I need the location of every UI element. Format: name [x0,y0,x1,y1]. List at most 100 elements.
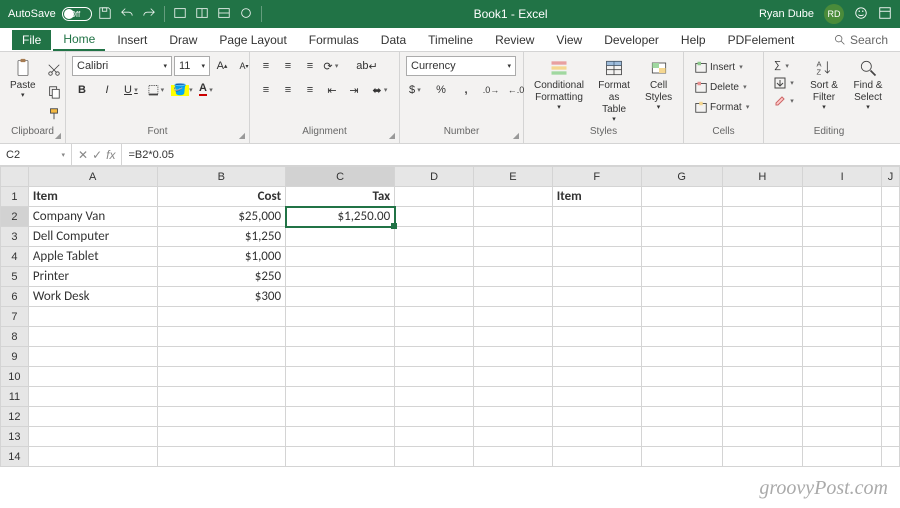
cell[interactable] [286,407,395,427]
cell[interactable]: $300 [157,287,286,307]
cell[interactable] [286,247,395,267]
percent-button[interactable]: % [431,80,451,100]
cell[interactable]: $25,000 [157,207,286,227]
align-bottom-button[interactable]: ≡ [300,56,320,76]
cell[interactable]: Cost [157,187,286,207]
cut-button[interactable] [44,60,64,80]
fill-color-button[interactable]: 🪣▾ [172,80,192,100]
cell[interactable] [473,407,552,427]
border-button[interactable]: ▾ [147,80,167,100]
currency-button[interactable]: $▾ [406,80,426,100]
cell[interactable] [473,187,552,207]
cell[interactable] [473,367,552,387]
cell[interactable] [473,267,552,287]
cell[interactable] [641,247,722,267]
cell[interactable] [722,187,803,207]
row-header[interactable]: 14 [1,447,29,467]
cell[interactable] [641,307,722,327]
cell[interactable] [395,247,474,267]
cell[interactable] [881,227,899,247]
column-header[interactable]: F [552,167,641,187]
qat-icon[interactable] [173,6,187,23]
dialog-launcher-icon[interactable]: ◢ [513,131,519,140]
cell[interactable] [722,387,803,407]
cell[interactable] [641,267,722,287]
cell[interactable] [157,387,286,407]
cell[interactable] [803,427,882,447]
row-header[interactable]: 4 [1,247,29,267]
cell[interactable] [881,307,899,327]
row-header[interactable]: 10 [1,367,29,387]
number-format-selector[interactable]: Currency▾ [406,56,516,76]
cell[interactable] [722,327,803,347]
cell[interactable]: Dell Computer [28,227,157,247]
cell[interactable] [395,267,474,287]
font-size-selector[interactable]: 11▾ [174,56,210,76]
cell[interactable] [722,267,803,287]
cell[interactable] [28,307,157,327]
cell[interactable] [881,287,899,307]
clear-button[interactable]: ▾ [770,93,800,109]
bold-button[interactable]: B [72,80,92,100]
tab-pdfelement[interactable]: PDFelement [718,30,805,50]
cell[interactable] [722,287,803,307]
cell[interactable] [552,267,641,287]
cell[interactable] [881,347,899,367]
qat-icon[interactable] [217,6,231,23]
redo-icon[interactable] [142,6,156,23]
row-header[interactable]: 3 [1,227,29,247]
cell[interactable] [157,307,286,327]
cell[interactable] [395,207,474,227]
cell[interactable] [473,327,552,347]
cell[interactable] [395,227,474,247]
cell[interactable] [157,327,286,347]
cell[interactable] [641,407,722,427]
cell[interactable] [641,187,722,207]
cell[interactable] [881,207,899,227]
cell[interactable] [286,267,395,287]
cell[interactable] [722,207,803,227]
qat-icon[interactable] [195,6,209,23]
cell[interactable] [395,287,474,307]
cell[interactable] [286,387,395,407]
cell[interactable] [473,447,552,467]
cell[interactable] [803,387,882,407]
cell[interactable]: $1,250.00 [286,207,395,227]
font-color-button[interactable]: A▾ [197,80,217,100]
cell[interactable] [881,267,899,287]
cell[interactable] [395,387,474,407]
autosave-toggle[interactable]: AutoSave Off [8,7,88,21]
select-all-corner[interactable] [1,167,29,187]
cell[interactable] [803,367,882,387]
row-header[interactable]: 5 [1,267,29,287]
cell[interactable]: Work Desk [28,287,157,307]
conditional-formatting-button[interactable]: Conditional Formatting▾ [530,56,588,114]
cell[interactable] [552,387,641,407]
cell-styles-button[interactable]: Cell Styles▾ [640,56,677,114]
tab-draw[interactable]: Draw [159,30,207,50]
cell[interactable] [473,207,552,227]
save-icon[interactable] [98,6,112,23]
dialog-launcher-icon[interactable]: ◢ [55,131,61,140]
row-header[interactable]: 2 [1,207,29,227]
cell[interactable] [157,407,286,427]
worksheet-grid[interactable]: ABCDEFGHIJ1ItemCostTaxItem2Company Van$2… [0,166,900,467]
user-name[interactable]: Ryan Dube [759,8,814,20]
enter-icon[interactable]: ✓ [92,148,102,162]
cell[interactable] [286,447,395,467]
cell[interactable] [803,447,882,467]
cell[interactable] [473,227,552,247]
cell[interactable] [803,187,882,207]
cell[interactable] [286,307,395,327]
cell[interactable] [803,207,882,227]
cell[interactable] [473,387,552,407]
cell[interactable]: Printer [28,267,157,287]
cell[interactable] [722,227,803,247]
tab-developer[interactable]: Developer [594,30,669,50]
cell[interactable] [881,367,899,387]
cell[interactable] [722,307,803,327]
cell[interactable] [641,367,722,387]
cell[interactable] [641,327,722,347]
cell[interactable] [641,447,722,467]
merge-button[interactable]: ⬌▾ [366,80,396,100]
